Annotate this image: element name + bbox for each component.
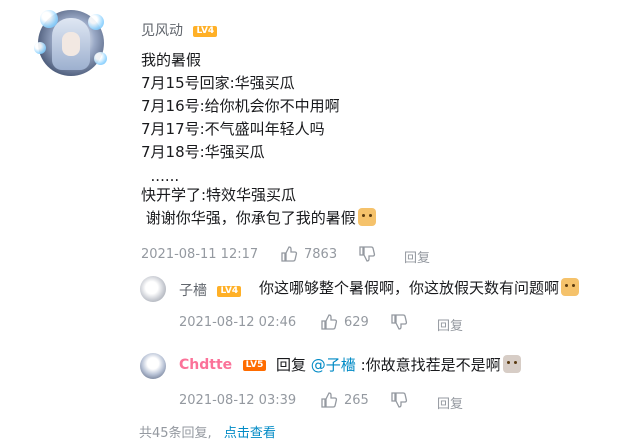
comment-line: 7月16号:给你机会你不中用啊 xyxy=(141,97,340,115)
like-button[interactable]: 265 xyxy=(320,391,369,409)
avatar-pendant-bubble xyxy=(88,14,104,30)
comment-line: 快开学了:特效华强买瓜 xyxy=(141,186,297,204)
mention-link[interactable]: @子檣 xyxy=(311,356,356,374)
thumbs-up-icon xyxy=(280,245,298,263)
reply-avatar[interactable] xyxy=(140,276,166,302)
thumbs-down-icon xyxy=(358,245,376,263)
reply-button[interactable]: 回复 xyxy=(404,247,430,266)
like-button[interactable]: 629 xyxy=(320,313,369,331)
like-count: 7863 xyxy=(304,246,338,262)
reply-prefix: 回复 xyxy=(276,356,307,374)
doge-emoji-icon xyxy=(502,355,521,373)
doge-emoji-icon xyxy=(357,208,376,226)
doge-emoji-icon xyxy=(561,278,580,296)
view-more-replies: 共45条回复, 点击查看 xyxy=(139,422,276,441)
user-level-badge: LV5 xyxy=(242,359,267,371)
like-button[interactable]: 7863 xyxy=(280,245,337,263)
reply-text: 你这哪够整个暑假啊，你这放假天数有问题啊 xyxy=(259,279,560,297)
comment-username[interactable]: 见风动 xyxy=(141,23,183,39)
reply-date: 2021-08-12 03:39 xyxy=(179,393,297,408)
reply-username[interactable]: 子檣 xyxy=(179,283,207,299)
reply-author[interactable]: 子檣 LV4 xyxy=(179,280,242,300)
avatar-pendant-bubble xyxy=(34,42,46,54)
thumbs-up-icon xyxy=(320,391,338,409)
comment-line: 我的暑假 xyxy=(141,51,202,69)
comment-author[interactable]: 见风动 LV4 xyxy=(141,20,218,40)
like-count: 629 xyxy=(344,314,369,330)
user-level-badge: LV4 xyxy=(217,285,242,297)
reply-avatar[interactable] xyxy=(140,353,166,379)
comment-line: 7月18号:华强买瓜 xyxy=(141,143,265,161)
comment-line: ...... xyxy=(141,167,180,185)
comment-date: 2021-08-11 12:17 xyxy=(141,247,259,262)
reply-date: 2021-08-12 02:46 xyxy=(179,315,297,330)
reply-text: :你故意找茬是不是啊 xyxy=(360,356,501,374)
comment-line: 7月15号回家:华强买瓜 xyxy=(141,74,295,92)
reply-content: 你这哪够整个暑假啊，你这放假天数有问题啊 xyxy=(259,277,580,299)
comment-line-text: 谢谢你华强，你承包了我的暑假 xyxy=(141,209,356,227)
thumbs-down-icon xyxy=(390,313,408,331)
comment-content: 我的暑假 7月15号回家:华强买瓜 7月16号:给你机会你不中用啊 7月17号:… xyxy=(141,49,376,230)
reply-content: 回复 @子檣 :你故意找茬是不是啊 xyxy=(276,354,521,376)
reply-button[interactable]: 回复 xyxy=(437,393,463,412)
reply-author[interactable]: Chdtte LV5 xyxy=(179,357,267,373)
comment-line: 谢谢你华强，你承包了我的暑假 xyxy=(141,207,376,230)
avatar-pendant-bubble xyxy=(94,52,107,65)
thumbs-down-icon xyxy=(390,391,408,409)
user-level-badge: LV4 xyxy=(193,25,218,37)
dislike-button[interactable] xyxy=(358,245,376,263)
reply-button[interactable]: 回复 xyxy=(437,315,463,334)
dislike-button[interactable] xyxy=(390,313,408,331)
reply-username[interactable]: Chdtte xyxy=(179,357,232,373)
avatar-pendant-bubble xyxy=(40,10,58,28)
dislike-button[interactable] xyxy=(390,391,408,409)
thumbs-up-icon xyxy=(320,313,338,331)
like-count: 265 xyxy=(344,392,369,408)
comment-line: 7月17号:不气盛叫年轻人吗 xyxy=(141,120,325,138)
avatar-face xyxy=(62,32,80,56)
